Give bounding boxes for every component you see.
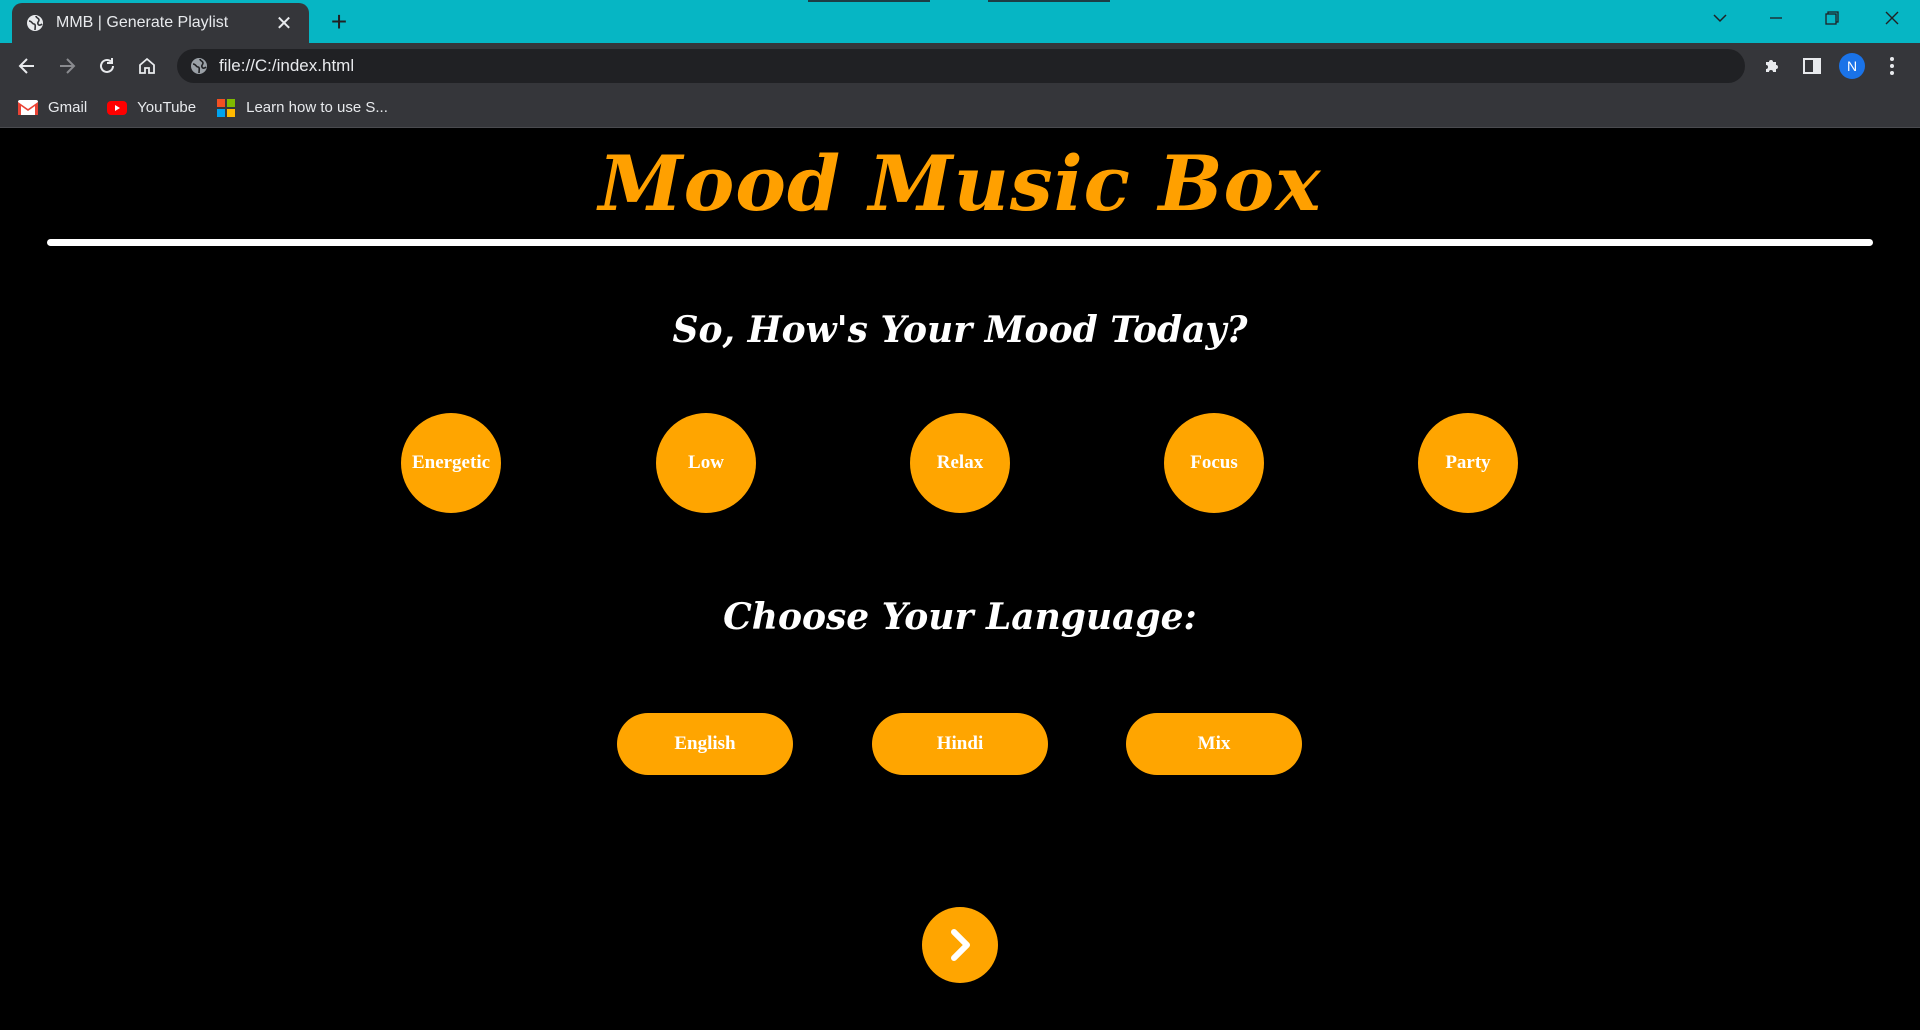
- tab-close-icon[interactable]: ✕: [273, 12, 295, 35]
- mood-button-focus[interactable]: Focus: [1164, 413, 1264, 513]
- header-divider: [47, 239, 1873, 246]
- bookmark-label: Learn how to use S...: [246, 99, 388, 116]
- restore-button[interactable]: [1804, 0, 1860, 36]
- chevron-down-icon: [1713, 14, 1727, 23]
- globe-icon: [26, 14, 44, 32]
- menu-button[interactable]: [1875, 49, 1909, 83]
- side-panel-button[interactable]: [1795, 49, 1829, 83]
- bookmark-microsoft[interactable]: Learn how to use S...: [216, 98, 388, 117]
- chevron-right-icon: [951, 929, 970, 961]
- arrow-right-icon: [60, 58, 76, 74]
- bookmarks-bar: Gmail YouTube Learn how to use S...: [0, 88, 1920, 128]
- home-icon: [139, 57, 155, 74]
- browser-title-bar: MMB | Generate Playlist ✕ +: [0, 0, 1920, 43]
- tab-title: MMB | Generate Playlist: [56, 14, 229, 31]
- mood-button-low[interactable]: Low: [656, 413, 756, 513]
- arrow-left-icon: [18, 58, 34, 74]
- reload-icon: [100, 58, 114, 73]
- url-text: file://C:/index.html: [219, 56, 355, 75]
- minimize-button[interactable]: [1748, 0, 1804, 36]
- mood-heading: So, How's Your Mood Today?: [672, 309, 1248, 351]
- mood-button-energetic[interactable]: Energetic: [401, 413, 501, 513]
- restore-icon: [1825, 11, 1839, 25]
- bookmark-gmail[interactable]: Gmail: [18, 99, 87, 116]
- youtube-icon: [107, 100, 128, 116]
- language-heading: Choose Your Language:: [723, 596, 1197, 638]
- puzzle-icon: [1766, 60, 1778, 72]
- close-icon: [1885, 11, 1899, 25]
- gmail-icon: [18, 100, 38, 116]
- language-button-hindi[interactable]: Hindi: [872, 713, 1048, 775]
- title-bar-accent-line: [808, 0, 930, 2]
- address-bar[interactable]: file://C:/index.html: [177, 49, 1745, 83]
- tab-search-button[interactable]: [1692, 0, 1748, 36]
- reload-button[interactable]: [90, 49, 124, 83]
- mood-button-relax[interactable]: Relax: [910, 413, 1010, 513]
- more-vertical-icon: [1890, 57, 1894, 75]
- bookmark-youtube[interactable]: YouTube: [107, 99, 196, 116]
- language-button-mix[interactable]: Mix: [1126, 713, 1302, 775]
- browser-toolbar: file://C:/index.html N: [0, 43, 1920, 88]
- site-info-icon[interactable]: [189, 56, 209, 76]
- profile-button[interactable]: N: [1835, 49, 1869, 83]
- back-button[interactable]: [10, 49, 44, 83]
- side-panel-icon: [1803, 58, 1821, 74]
- next-button[interactable]: [922, 907, 998, 983]
- new-tab-button[interactable]: +: [325, 8, 353, 36]
- bookmark-label: Gmail: [48, 99, 88, 116]
- minimize-icon: [1770, 17, 1782, 19]
- extensions-button[interactable]: [1755, 49, 1789, 83]
- avatar: N: [1839, 53, 1865, 79]
- home-button[interactable]: [130, 49, 164, 83]
- forward-button[interactable]: [50, 49, 84, 83]
- language-button-english[interactable]: English: [617, 713, 793, 775]
- title-bar-accent-line: [988, 0, 1110, 2]
- microsoft-icon: [216, 98, 236, 117]
- browser-tab[interactable]: MMB | Generate Playlist ✕: [12, 3, 309, 43]
- close-window-button[interactable]: [1864, 0, 1920, 36]
- page-content: Mood Music Box So, How's Your Mood Today…: [0, 129, 1920, 1030]
- mood-button-party[interactable]: Party: [1418, 413, 1518, 513]
- page-title: Mood Music Box: [598, 139, 1322, 228]
- bookmark-label: YouTube: [137, 99, 197, 116]
